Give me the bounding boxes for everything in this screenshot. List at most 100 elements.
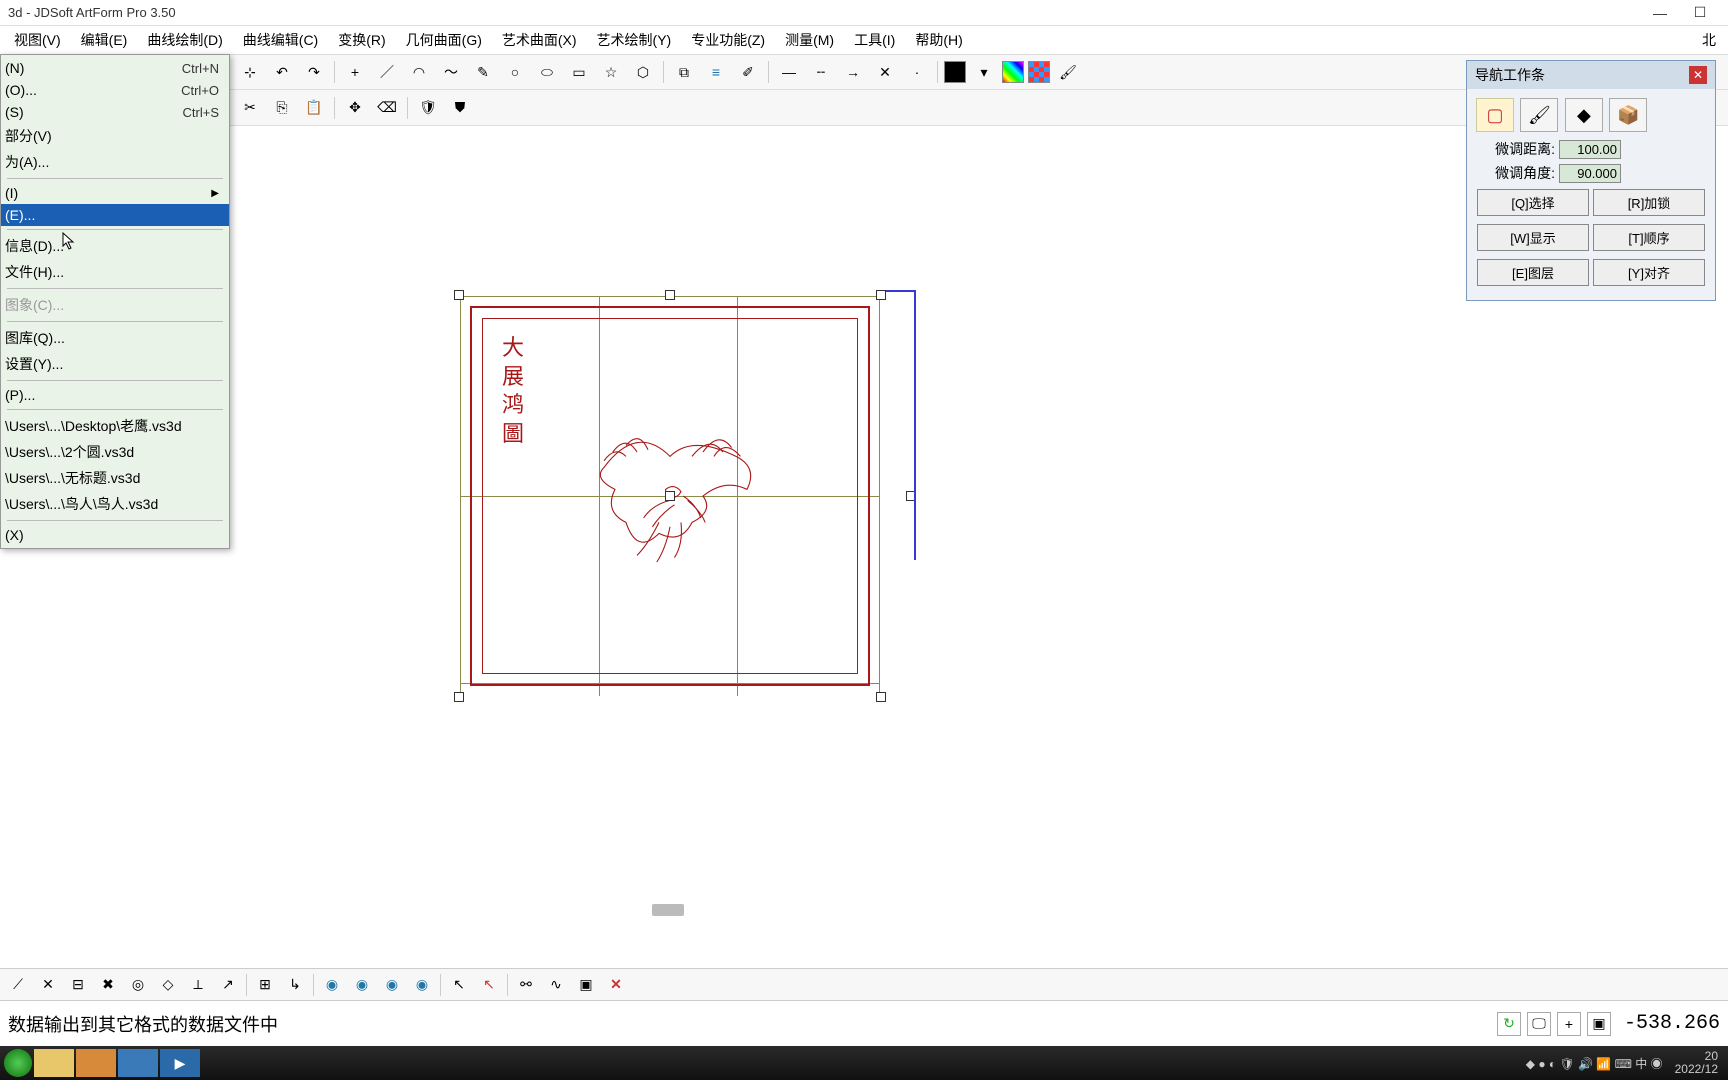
line-style-dot[interactable]: · bbox=[903, 58, 931, 86]
snap-tan-icon[interactable]: ↗ bbox=[214, 971, 242, 999]
menu-item-saveas[interactable]: 为(A)... bbox=[1, 149, 229, 175]
menu-recent-2[interactable]: \Users\...\2个圆.vs3d bbox=[1, 439, 229, 465]
start-button[interactable] bbox=[4, 1049, 32, 1077]
chain-icon[interactable]: ∿ bbox=[542, 971, 570, 999]
line-icon[interactable]: ／ bbox=[373, 58, 401, 86]
nav-btn-show[interactable]: [W]显示 bbox=[1477, 224, 1589, 251]
ellipse-icon[interactable]: ⬭ bbox=[533, 58, 561, 86]
menu-curve-draw[interactable]: 曲线绘制(D) bbox=[137, 26, 232, 54]
handle-center[interactable] bbox=[665, 491, 675, 501]
menu-item-info[interactable]: 信息(D)... bbox=[1, 233, 229, 259]
shield2-icon[interactable]: ⛊ bbox=[446, 94, 474, 122]
nav-tool-frame[interactable]: ▢ bbox=[1476, 98, 1514, 132]
menu-item-settings[interactable]: 设置(Y)... bbox=[1, 351, 229, 377]
handle-se[interactable] bbox=[876, 692, 886, 702]
snap-axis-icon[interactable]: ↳ bbox=[281, 971, 309, 999]
menu-item-part[interactable]: 部分(V) bbox=[1, 123, 229, 149]
view-iso2-icon[interactable]: ◉ bbox=[348, 971, 376, 999]
nav-btn-align[interactable]: [Y]对齐 bbox=[1593, 259, 1705, 286]
brush-icon[interactable]: 🖌 bbox=[1054, 58, 1082, 86]
status-refresh-icon[interactable]: ↻ bbox=[1497, 1012, 1521, 1036]
cut-icon[interactable]: ✂ bbox=[236, 94, 264, 122]
maximize-button[interactable]: ☐ bbox=[1680, 0, 1720, 26]
nav-dist-input[interactable] bbox=[1559, 140, 1621, 159]
menu-item-exit[interactable]: (X) bbox=[1, 524, 229, 546]
rotate-right-icon[interactable]: ↷ bbox=[300, 58, 328, 86]
line-style-dash[interactable]: ╌ bbox=[807, 58, 835, 86]
menu-recent-4[interactable]: \Users\...\鸟人\鸟人.vs3d bbox=[1, 491, 229, 517]
box-icon[interactable]: ▣ bbox=[572, 971, 600, 999]
pen-icon[interactable]: ✎ bbox=[469, 58, 497, 86]
arc-icon[interactable]: ◠ bbox=[405, 58, 433, 86]
circle-icon[interactable]: ○ bbox=[501, 58, 529, 86]
menu-recent-1[interactable]: \Users\...\Desktop\老鹰.vs3d bbox=[1, 413, 229, 439]
status-box-icon[interactable]: ▣ bbox=[1587, 1012, 1611, 1036]
snap-center-icon[interactable]: ◎ bbox=[124, 971, 152, 999]
snap-node-icon[interactable]: ⊟ bbox=[64, 971, 92, 999]
nav-tool-eraser[interactable]: ◆ bbox=[1565, 98, 1603, 132]
paste-icon[interactable]: 📋 bbox=[300, 94, 328, 122]
delete-icon[interactable]: ⌫ bbox=[373, 94, 401, 122]
task-app3[interactable]: ▶ bbox=[160, 1049, 200, 1077]
nav-tool-brush[interactable]: 🖌 bbox=[1520, 98, 1558, 132]
handle-n[interactable] bbox=[665, 290, 675, 300]
anchor-icon[interactable]: ⊹ bbox=[236, 58, 264, 86]
color-gradient-swatch[interactable] bbox=[1002, 61, 1024, 83]
link-icon[interactable]: ⚯ bbox=[512, 971, 540, 999]
menu-view[interactable]: 视图(V) bbox=[4, 26, 71, 54]
nav-btn-layer[interactable]: [E]图层 bbox=[1477, 259, 1589, 286]
arrow1-icon[interactable]: ↖ bbox=[445, 971, 473, 999]
artwork-group[interactable]: 大展鸿圖 bbox=[460, 296, 880, 696]
nav-tool-box[interactable]: 📦 bbox=[1609, 98, 1647, 132]
nav-angle-input[interactable] bbox=[1559, 164, 1621, 183]
copy-icon[interactable]: ⎘ bbox=[268, 94, 296, 122]
menu-pro-func[interactable]: 专业功能(Z) bbox=[681, 26, 775, 54]
menu-item-open[interactable]: (O)...Ctrl+O bbox=[1, 79, 229, 101]
view-iso3-icon[interactable]: ◉ bbox=[378, 971, 406, 999]
menu-transform[interactable]: 变换(R) bbox=[328, 26, 395, 54]
handle-ne[interactable] bbox=[876, 290, 886, 300]
tray-icons[interactable]: ◆ ● ◐ 🛡 🔊 📶 ⌨ 中 ◉ bbox=[1522, 1055, 1667, 1072]
nav-btn-select[interactable]: [Q]选择 bbox=[1477, 189, 1589, 216]
task-explorer[interactable] bbox=[34, 1049, 74, 1077]
close-x-icon[interactable]: ✕ bbox=[602, 971, 630, 999]
snap-grid-icon[interactable]: ⊞ bbox=[251, 971, 279, 999]
move-icon[interactable]: ✥ bbox=[341, 94, 369, 122]
nav-btn-order[interactable]: [T]顺序 bbox=[1593, 224, 1705, 251]
handle-nw[interactable] bbox=[454, 290, 464, 300]
menu-item-export[interactable]: (E)... bbox=[1, 204, 229, 226]
task-app2[interactable] bbox=[118, 1049, 158, 1077]
menu-item-library[interactable]: 图库(Q)... bbox=[1, 325, 229, 351]
copy-shape-icon[interactable]: ⧉ bbox=[670, 58, 698, 86]
snap-intersect-icon[interactable]: ✖ bbox=[94, 971, 122, 999]
snap-quad-icon[interactable]: ◇ bbox=[154, 971, 182, 999]
handle-sw[interactable] bbox=[454, 692, 464, 702]
wave-icon[interactable]: 〜 bbox=[437, 58, 465, 86]
menu-geom-surface[interactable]: 几何曲面(G) bbox=[396, 26, 492, 54]
menu-item-import[interactable]: (I)▶ bbox=[1, 182, 229, 204]
star-icon[interactable]: ☆ bbox=[597, 58, 625, 86]
align-icon[interactable]: ≡ bbox=[702, 58, 730, 86]
rotate-left-icon[interactable]: ↶ bbox=[268, 58, 296, 86]
menu-edit[interactable]: 编辑(E) bbox=[71, 26, 138, 54]
menu-measure[interactable]: 测量(M) bbox=[775, 26, 844, 54]
nav-btn-lock[interactable]: [R]加锁 bbox=[1593, 189, 1705, 216]
menu-recent-3[interactable]: \Users\...\无标题.vs3d bbox=[1, 465, 229, 491]
status-plus-icon[interactable]: + bbox=[1557, 1012, 1581, 1036]
line-style-arrow[interactable]: → bbox=[839, 58, 867, 86]
color-checker-swatch[interactable] bbox=[1028, 61, 1050, 83]
snap-mid-icon[interactable]: ✕ bbox=[34, 971, 62, 999]
menu-art-draw[interactable]: 艺术绘制(Y) bbox=[587, 26, 682, 54]
menu-item-save[interactable]: (S)Ctrl+S bbox=[1, 101, 229, 123]
minimize-button[interactable]: — bbox=[1640, 0, 1680, 26]
rectangle-icon[interactable]: ▭ bbox=[565, 58, 593, 86]
snap-end-icon[interactable]: ⟋ bbox=[4, 971, 32, 999]
view-iso1-icon[interactable]: ◉ bbox=[318, 971, 346, 999]
menu-help[interactable]: 帮助(H) bbox=[905, 26, 972, 54]
color-black-swatch[interactable] bbox=[944, 61, 966, 83]
crosshair-icon[interactable]: + bbox=[341, 58, 369, 86]
menu-item-file[interactable]: 文件(H)... bbox=[1, 259, 229, 285]
menu-item-new[interactable]: (N)Ctrl+N bbox=[1, 57, 229, 79]
shield-icon[interactable]: 🛡 bbox=[414, 94, 442, 122]
picker-icon[interactable]: ✐ bbox=[734, 58, 762, 86]
